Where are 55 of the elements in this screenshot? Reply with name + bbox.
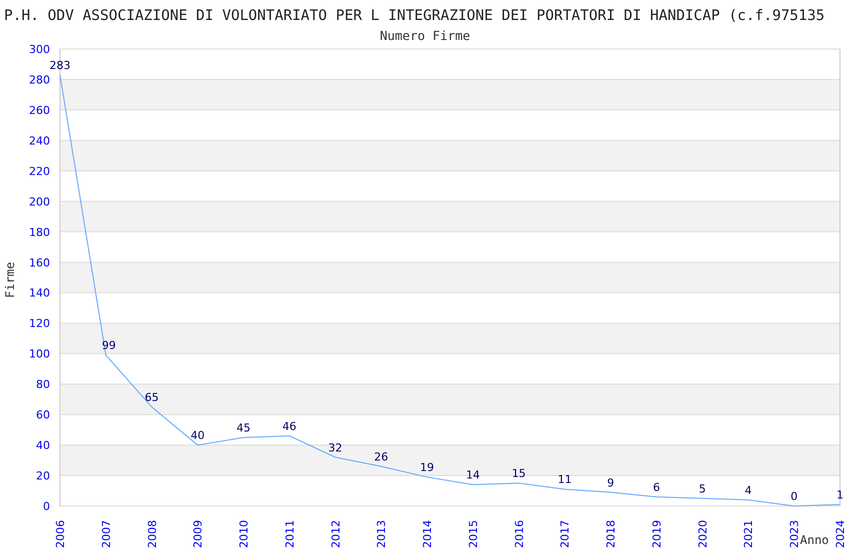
x-tick-label: 2008	[146, 520, 159, 548]
x-tick-label: 2019	[650, 520, 664, 548]
data-label: 4	[744, 484, 752, 497]
x-tick-label: 2006	[54, 520, 67, 548]
data-label: 45	[236, 421, 251, 434]
x-tick-label: 2015	[466, 520, 480, 548]
x-tick-label: 2007	[100, 520, 113, 548]
x-tick-label: 2014	[421, 520, 434, 548]
x-tick-label: 2017	[558, 520, 572, 548]
y-tick-label: 60	[36, 408, 50, 422]
y-tick-label: 200	[29, 195, 50, 208]
y-tick-label: 260	[29, 104, 50, 117]
data-label: 19	[420, 461, 434, 474]
y-tick-label: 120	[29, 317, 50, 330]
x-tick-label: 2011	[283, 520, 296, 548]
data-label: 46	[282, 420, 296, 433]
x-tick-label: 2013	[375, 520, 388, 548]
data-label: 15	[512, 467, 526, 480]
x-tick-label: 2009	[192, 520, 205, 548]
chart-subtitle: Numero Firme	[380, 28, 470, 43]
x-tick-label: 2010	[238, 520, 251, 548]
x-tick-label: 2018	[604, 520, 618, 548]
y-tick-label: 40	[36, 439, 50, 452]
x-tick-label: 2021	[742, 520, 756, 548]
data-label: 11	[558, 473, 572, 486]
x-tick-label: 2016	[512, 520, 526, 548]
y-tick-label: 180	[29, 226, 50, 239]
data-label: 1	[836, 488, 844, 502]
y-tick-label: 280	[29, 73, 50, 86]
data-label: 65	[144, 390, 159, 404]
y-tick-label: 80	[36, 378, 50, 392]
y-tick-label: 100	[29, 348, 50, 361]
x-tick-label: 2020	[696, 520, 710, 548]
data-label: 0	[790, 490, 798, 503]
data-label: 5	[698, 482, 706, 496]
data-label: 40	[190, 429, 205, 442]
x-tick-label: 2012	[329, 520, 342, 548]
data-label: 6	[652, 480, 660, 494]
data-label: 9	[607, 476, 614, 490]
y-tick-label: 160	[29, 256, 50, 270]
y-axis-title: Firme	[3, 262, 17, 298]
x-tick-label: 2024	[834, 520, 847, 548]
y-tick-label: 20	[36, 470, 50, 483]
data-label: 283	[50, 58, 70, 72]
x-tick-label: 2023	[788, 520, 802, 548]
chart-title: P.H. ODV ASSOCIAZIONE DI VOLONTARIATO PER L INTEGRAZIONE DEI PORTATORI DI HANDICAP (c.f.975135	[4, 8, 825, 24]
y-tick-label: 0	[43, 500, 50, 513]
data-label: 32	[328, 441, 342, 454]
data-label: 26	[374, 450, 388, 464]
y-tick-label: 300	[29, 43, 50, 56]
data-label: 14	[466, 468, 480, 482]
y-tick-label: 220	[29, 164, 50, 178]
y-tick-label: 240	[29, 134, 50, 148]
x-axis-title: Anno	[800, 533, 829, 547]
y-tick-label: 140	[29, 286, 50, 300]
